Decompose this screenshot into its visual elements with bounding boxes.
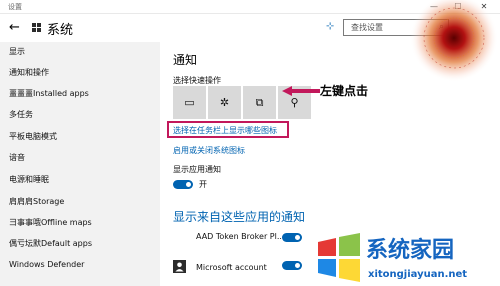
page-title: 系统 bbox=[47, 23, 74, 38]
taskbar-icons-link[interactable]: 选择在任务栏上显示哪些图标 bbox=[173, 125, 277, 136]
sidebar-item-installed-apps[interactable]: 畺畺畺Installed apps bbox=[9, 88, 89, 99]
sidebar-item-sound[interactable]: 谙音 bbox=[9, 152, 25, 163]
windows-logo-icon bbox=[32, 23, 41, 32]
sidebar-item-storage[interactable]: 肩肩肩Storage bbox=[9, 196, 64, 207]
quick-actions-label: 选择快速操作 bbox=[173, 76, 221, 85]
show-app-notifications-label: 显示应用通知 bbox=[173, 165, 221, 174]
connect-icon: ⧉ bbox=[255, 95, 264, 109]
search-placeholder: 查找设置 bbox=[351, 23, 383, 32]
sidebar-item-power-sleep[interactable]: 电源和睡眠 bbox=[9, 174, 49, 185]
annotation-arrow-icon bbox=[282, 86, 320, 96]
settings-gear-icon: ✲ bbox=[219, 96, 230, 109]
sidebar-item-windows-defender[interactable]: Windows Defender bbox=[9, 260, 84, 269]
sidebar-item-offline-maps[interactable]: 彐事事哦Offline maps bbox=[9, 217, 92, 228]
annotation-callout: 左键点击 bbox=[320, 84, 369, 98]
sidebar-item-notifications[interactable]: 通知和操作 bbox=[9, 67, 49, 78]
app-title: 设置 bbox=[8, 3, 22, 11]
watermark-brand: 系统家园 bbox=[366, 238, 455, 263]
tablet-mode-icon: ▭ bbox=[184, 96, 195, 109]
sidebar: 显示 通知和操作 畺畺畺Installed apps 多任务 平板电脑模式 谙音… bbox=[0, 42, 160, 286]
toggle-state-label: 开 bbox=[199, 180, 207, 189]
quick-action-tile-3[interactable]: ⧉ bbox=[243, 86, 276, 119]
quick-action-tile-2[interactable]: ✲ bbox=[208, 86, 241, 119]
sidebar-item-multitasking[interactable]: 多任务 bbox=[9, 109, 33, 120]
pin-icon[interactable]: ⊹ bbox=[326, 21, 334, 32]
app-name-microsoft-account: Microsoft account bbox=[196, 263, 267, 272]
back-arrow-icon[interactable]: ← bbox=[9, 20, 20, 35]
token-broker-app-icon bbox=[173, 230, 186, 243]
microsoft-account-icon bbox=[173, 260, 186, 273]
watermark-logo: 系统家园 xitongjiayuan.net bbox=[312, 230, 500, 286]
sidebar-item-tablet-mode[interactable]: 平板电脑模式 bbox=[9, 131, 57, 142]
apps-notifications-heading: 显示来自这些应用的通知 bbox=[173, 210, 306, 224]
sidebar-item-default-apps[interactable]: 偶亏坛默Default apps bbox=[9, 238, 92, 249]
token-broker-toggle[interactable] bbox=[282, 233, 302, 242]
microsoft-account-toggle[interactable] bbox=[282, 261, 302, 270]
quick-action-tile-1[interactable]: ▭ bbox=[173, 86, 206, 119]
system-icons-link[interactable]: 启用或关闭系统图标 bbox=[173, 145, 245, 156]
watermark-url: xitongjiayuan.net bbox=[368, 269, 468, 280]
location-icon: ⚲ bbox=[290, 96, 299, 109]
app-notifications-toggle[interactable] bbox=[173, 180, 193, 189]
notifications-heading: 通知 bbox=[173, 53, 198, 67]
sidebar-item-display[interactable]: 显示 bbox=[9, 46, 25, 57]
app-name-token-broker: AAD Token Broker Pl... bbox=[196, 232, 285, 241]
